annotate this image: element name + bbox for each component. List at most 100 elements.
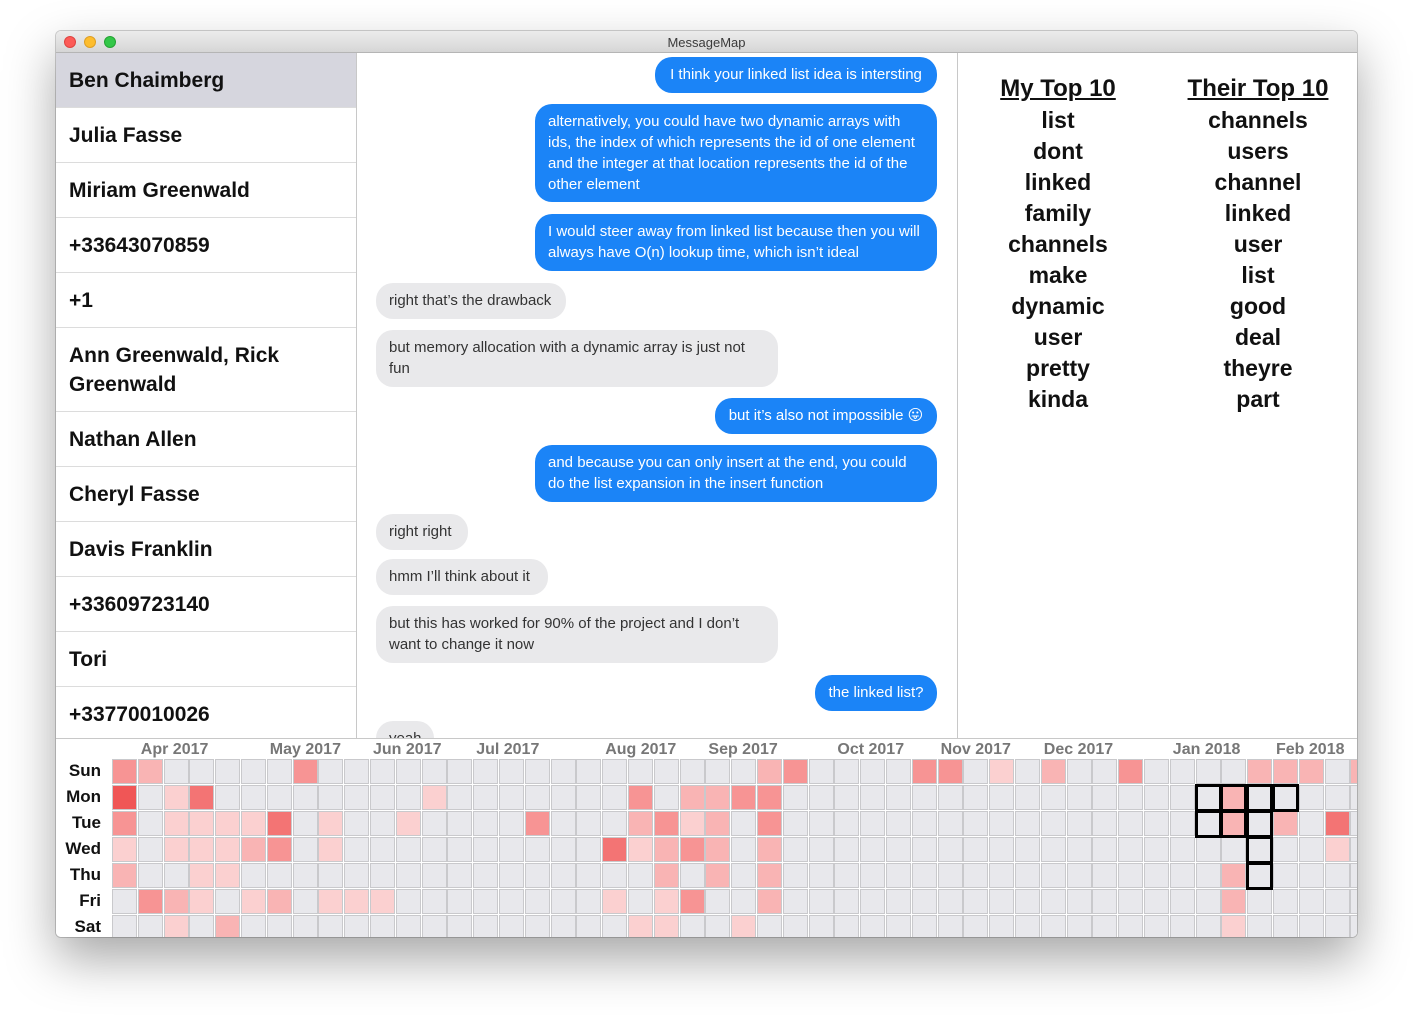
heatmap-day-cell[interactable] (911, 915, 937, 937)
heatmap-day-cell[interactable] (679, 759, 705, 784)
activity-heatmap[interactable]: Apr 2017 May 2017 Jun 2017 Jul 2017 Aug 2017… (56, 738, 1357, 937)
heatmap-day-cell[interactable] (808, 837, 834, 862)
heatmap-day-cell[interactable] (705, 889, 731, 914)
heatmap-day-cell[interactable] (344, 889, 370, 914)
heatmap-day-cell[interactable] (499, 785, 524, 810)
heatmap-day-cell[interactable] (705, 863, 731, 888)
heatmap-day-cell[interactable] (1273, 915, 1298, 937)
heatmap-day-cell[interactable] (163, 915, 189, 937)
heatmap-day-cell[interactable] (473, 837, 499, 862)
heatmap-day-cell[interactable] (266, 759, 292, 784)
heatmap-day-cell[interactable] (447, 811, 473, 836)
heatmap-day-cell[interactable] (1221, 811, 1247, 836)
heatmap-day-cell[interactable] (1324, 811, 1350, 836)
heatmap-day-cell[interactable] (318, 785, 344, 810)
heatmap-day-cell[interactable] (421, 785, 447, 810)
heatmap-day-cell[interactable] (1092, 759, 1118, 784)
heatmap-day-cell[interactable] (1247, 915, 1273, 937)
heatmap-day-cell[interactable] (395, 915, 421, 937)
heatmap-day-cell[interactable] (112, 759, 137, 784)
heatmap-day-cell[interactable] (550, 811, 576, 836)
heatmap-day-cell[interactable] (602, 915, 628, 937)
heatmap-day-cell[interactable] (1118, 785, 1144, 810)
heatmap-day-cell[interactable] (241, 889, 266, 914)
heatmap-day-cell[interactable] (653, 889, 679, 914)
heatmap-day-cell[interactable] (1273, 863, 1298, 888)
heatmap-day-cell[interactable] (473, 915, 499, 937)
heatmap-day-cell[interactable] (137, 915, 163, 937)
heatmap-day-cell[interactable] (937, 759, 963, 784)
heatmap-day-cell[interactable] (266, 863, 292, 888)
heatmap-day-cell[interactable] (292, 863, 318, 888)
heatmap-day-cell[interactable] (1015, 889, 1040, 914)
heatmap-day-cell[interactable] (1015, 759, 1040, 784)
heatmap-day-cell[interactable] (834, 759, 860, 784)
heatmap-day-cell[interactable] (1118, 811, 1144, 836)
heatmap-day-cell[interactable] (1015, 811, 1040, 836)
heatmap-day-cell[interactable] (782, 915, 808, 937)
heatmap-day-cell[interactable] (963, 889, 989, 914)
heatmap-day-cell[interactable] (911, 785, 937, 810)
heatmap-day-cell[interactable] (1247, 837, 1273, 862)
contact-item[interactable]: Miriam Greenwald (56, 163, 356, 218)
heatmap-day-cell[interactable] (241, 759, 266, 784)
heatmap-day-cell[interactable] (705, 811, 731, 836)
heatmap-day-cell[interactable] (731, 785, 757, 810)
heatmap-day-cell[interactable] (395, 837, 421, 862)
heatmap-day-cell[interactable] (447, 785, 473, 810)
heatmap-day-cell[interactable] (344, 863, 370, 888)
heatmap-day-cell[interactable] (1350, 915, 1357, 937)
heatmap-day-cell[interactable] (937, 785, 963, 810)
heatmap-day-cell[interactable] (1324, 785, 1350, 810)
heatmap-day-cell[interactable] (628, 759, 653, 784)
heatmap-day-cell[interactable] (834, 915, 860, 937)
heatmap-day-cell[interactable] (1066, 889, 1092, 914)
heatmap-day-cell[interactable] (318, 863, 344, 888)
heatmap-day-cell[interactable] (499, 759, 524, 784)
heatmap-day-cell[interactable] (112, 889, 137, 914)
heatmap-day-cell[interactable] (344, 837, 370, 862)
heatmap-day-cell[interactable] (215, 785, 241, 810)
heatmap-day-cell[interactable] (292, 759, 318, 784)
heatmap-day-cell[interactable] (679, 889, 705, 914)
heatmap-day-cell[interactable] (189, 889, 215, 914)
heatmap-day-cell[interactable] (370, 785, 395, 810)
heatmap-day-cell[interactable] (937, 837, 963, 862)
heatmap-day-cell[interactable] (1324, 759, 1350, 784)
heatmap-day-cell[interactable] (628, 811, 653, 836)
heatmap-day-cell[interactable] (1324, 889, 1350, 914)
heatmap-day-cell[interactable] (576, 837, 602, 862)
heatmap-day-cell[interactable] (1273, 785, 1298, 810)
heatmap-day-cell[interactable] (757, 759, 782, 784)
heatmap-day-cell[interactable] (292, 889, 318, 914)
contact-item[interactable]: Julia Fasse (56, 108, 356, 163)
heatmap-day-cell[interactable] (137, 837, 163, 862)
heatmap-day-cell[interactable] (1118, 863, 1144, 888)
heatmap-day-cell[interactable] (421, 863, 447, 888)
heatmap-day-cell[interactable] (731, 863, 757, 888)
heatmap-day-cell[interactable] (292, 915, 318, 937)
heatmap-day-cell[interactable] (1169, 863, 1195, 888)
heatmap-day-cell[interactable] (550, 889, 576, 914)
contact-item[interactable]: Davis Franklin (56, 522, 356, 577)
heatmap-day-cell[interactable] (499, 863, 524, 888)
contact-list[interactable]: Ben Chaimberg Julia Fasse Miriam Greenwald… (56, 53, 357, 738)
heatmap-day-cell[interactable] (550, 785, 576, 810)
heatmap-day-cell[interactable] (628, 863, 653, 888)
heatmap-day-cell[interactable] (1118, 837, 1144, 862)
heatmap-day-cell[interactable] (679, 811, 705, 836)
heatmap-day-cell[interactable] (137, 889, 163, 914)
heatmap-day-cell[interactable] (705, 785, 731, 810)
heatmap-day-cell[interactable] (137, 811, 163, 836)
heatmap-day-cell[interactable] (653, 759, 679, 784)
heatmap-day-cell[interactable] (1298, 811, 1324, 836)
heatmap-day-cell[interactable] (370, 915, 395, 937)
heatmap-day-cell[interactable] (1324, 915, 1350, 937)
heatmap-day-cell[interactable] (1040, 863, 1066, 888)
heatmap-day-cell[interactable] (473, 785, 499, 810)
heatmap-day-cell[interactable] (1040, 915, 1066, 937)
heatmap-day-cell[interactable] (834, 837, 860, 862)
heatmap-day-cell[interactable] (370, 863, 395, 888)
heatmap-day-cell[interactable] (1066, 759, 1092, 784)
heatmap-day-cell[interactable] (1221, 889, 1247, 914)
